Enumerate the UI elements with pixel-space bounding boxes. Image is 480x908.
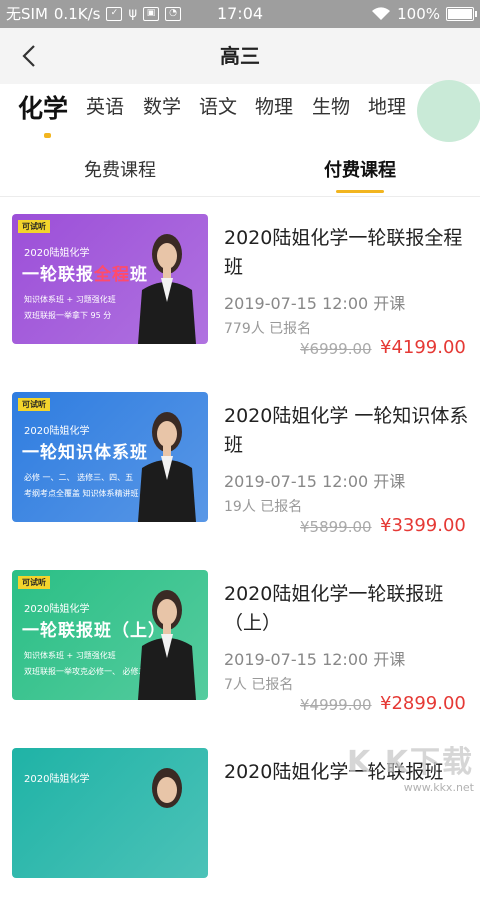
thumb-line1: 2020陆姐化学	[24, 426, 90, 437]
tab-paid-courses[interactable]: 付费课程	[240, 156, 480, 182]
tab-subject-2[interactable]: 数学	[143, 92, 181, 119]
course-title: 2020陆姐化学 一轮知识体系班	[224, 405, 469, 456]
header: 高三	[0, 28, 480, 84]
course-enrolled-count: 19人 已报名	[224, 499, 303, 515]
course-thumbnail: 可试听 2020陆姐化学 一轮知识体系班 必修 一、二、 选修三、四、五 考纲考…	[12, 392, 208, 522]
course-type-tabs: 免费课程 付费课程	[0, 142, 480, 197]
trial-badge: 可试听	[18, 576, 50, 589]
thumb-line2-a: 一轮联报	[22, 265, 94, 285]
course-original-price: ¥4999.00	[300, 696, 372, 714]
course-card[interactable]: 可试听 2020陆姐化学 一轮联报全程班 知识体系班 + 习题强化班 双班联报一…	[0, 214, 480, 374]
tab-free-courses[interactable]: 免费课程	[0, 156, 240, 182]
trial-badge: 可试听	[18, 398, 50, 411]
course-original-price: ¥5899.00	[300, 518, 372, 536]
watermark-url: www.kkx.net	[403, 781, 474, 794]
tab-subject-0[interactable]: 化学	[18, 89, 68, 125]
watermark-logo: K K下载	[347, 745, 474, 780]
course-thumbnail: 可试听 2020陆姐化学 一轮联报班（上） 知识体系班 + 习题强化班 双班联报…	[12, 570, 208, 700]
thumb-line1: 2020陆姐化学	[24, 604, 90, 615]
status-right: 100%	[371, 0, 477, 28]
page-title: 高三	[220, 44, 260, 68]
course-title: 2020陆姐化学一轮联报全程班	[224, 227, 463, 278]
thumb-line1: 2020陆姐化学	[24, 774, 90, 785]
watermark: K K下载 www.kkx.net	[347, 737, 474, 794]
course-type-indicator	[336, 190, 384, 193]
teacher-photo	[152, 768, 182, 808]
course-price: ¥2899.00	[380, 693, 466, 714]
subject-tab-indicator	[44, 133, 51, 138]
course-title: 2020陆姐化学一轮联报班（上）	[224, 583, 444, 634]
thumb-line1: 2020陆姐化学	[24, 248, 90, 259]
thumb-line2-highlight: 全程	[94, 265, 130, 285]
course-start-time: 2019-07-15 12:00 开课	[224, 472, 406, 491]
thumb-line2-a: 一轮知识体系班	[22, 443, 148, 463]
thumb-line3: 知识体系班 + 习题强化班	[24, 295, 116, 304]
teacher-photo	[138, 590, 196, 700]
tab-subject-1[interactable]: 英语	[86, 92, 124, 119]
wifi-icon	[372, 7, 391, 21]
course-enrolled-count: 7人 已报名	[224, 677, 294, 693]
course-price: ¥4199.00	[380, 337, 466, 358]
course-enrolled-count: 779人 已报名	[224, 321, 312, 337]
course-start-time: 2019-07-15 12:00 开课	[224, 650, 406, 669]
course-thumbnail: 2020陆姐化学	[12, 748, 208, 878]
teacher-photo	[138, 234, 196, 344]
tab-subject-6[interactable]: 地理	[368, 92, 406, 119]
trial-badge: 可试听	[18, 220, 50, 233]
course-thumbnail: 可试听 2020陆姐化学 一轮联报全程班 知识体系班 + 习题强化班 双班联报一…	[12, 214, 208, 344]
battery-icon	[446, 7, 477, 21]
subject-tabs: 化学 英语 数学 语文 物理 生物 地理	[0, 84, 480, 142]
course-original-price: ¥6999.00	[300, 340, 372, 358]
course-start-time: 2019-07-15 12:00 开课	[224, 294, 406, 313]
thumb-line4: 考纲考点全覆盖 知识体系精讲班	[24, 489, 139, 498]
course-card[interactable]: 可试听 2020陆姐化学 一轮知识体系班 必修 一、二、 选修三、四、五 考纲考…	[0, 392, 480, 552]
thumb-line4: 双班联报一举攻克必修一、 必修二	[24, 667, 147, 676]
teacher-photo	[138, 412, 196, 522]
course-price: ¥3399.00	[380, 515, 466, 536]
tab-subject-5[interactable]: 生物	[312, 92, 350, 119]
floating-circle-button[interactable]	[417, 80, 480, 142]
tab-subject-4[interactable]: 物理	[255, 92, 293, 119]
thumb-line4: 双班联报一举拿下 95 分	[24, 311, 112, 320]
battery-percent: 100%	[397, 5, 440, 23]
tab-subject-3[interactable]: 语文	[199, 92, 237, 119]
thumb-line3: 知识体系班 + 习题强化班	[24, 651, 116, 660]
thumb-line2: 一轮联报全程班	[22, 260, 148, 285]
course-card[interactable]: 可试听 2020陆姐化学 一轮联报班（上） 知识体系班 + 习题强化班 双班联报…	[0, 570, 480, 730]
battery-fill	[448, 9, 472, 19]
thumb-line3: 必修 一、二、 选修三、四、五	[24, 473, 134, 482]
status-bar: 无SIM 0.1K/s ✓ ψ ▣ ◔ 17:04 100%	[0, 0, 480, 28]
thumb-line2: 一轮知识体系班	[22, 438, 148, 463]
